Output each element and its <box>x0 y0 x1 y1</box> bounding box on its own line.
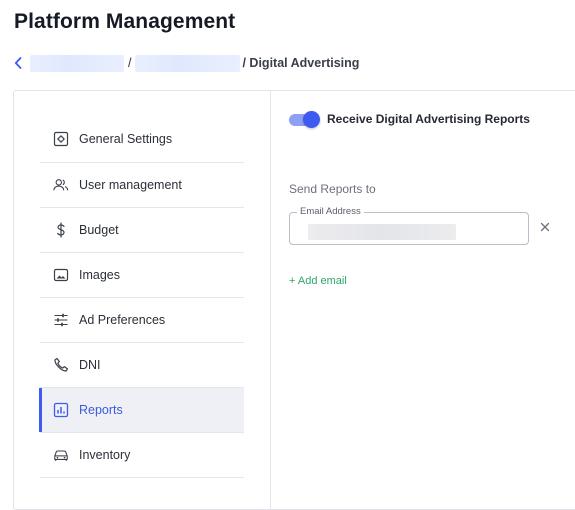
breadcrumb-link-redacted[interactable] <box>30 54 124 72</box>
phone-icon <box>53 357 69 373</box>
gear-icon <box>53 131 69 147</box>
sidebar-item-label: Images <box>79 268 120 282</box>
settings-sidebar: General Settings User management Budget … <box>14 91 271 509</box>
sidebar-item-label: Ad Preferences <box>79 313 166 327</box>
sidebar-item-reports[interactable]: Reports <box>39 388 244 433</box>
receive-reports-toggle[interactable] <box>289 111 320 128</box>
chart-icon <box>53 402 69 418</box>
page-title: Platform Management <box>14 10 236 33</box>
breadcrumb-current: / Digital Advertising <box>242 56 360 70</box>
email-input[interactable] <box>308 221 512 237</box>
sidebar-item-general-settings[interactable]: General Settings <box>40 116 244 163</box>
sidebar-item-label: User management <box>79 178 182 192</box>
sidebar-list: General Settings User management Budget … <box>39 116 244 478</box>
sidebar-item-dni[interactable]: DNI <box>40 343 244 388</box>
image-icon <box>53 267 69 283</box>
breadcrumb-separator: / <box>128 56 132 70</box>
dollar-icon <box>53 222 69 238</box>
sidebar-item-ad-preferences[interactable]: Ad Preferences <box>40 298 244 343</box>
settings-panel: General Settings User management Budget … <box>13 90 575 510</box>
sliders-icon <box>53 312 69 328</box>
sidebar-item-label: DNI <box>79 358 101 372</box>
receive-reports-label: Receive Digital Advertising Reports <box>327 112 530 126</box>
sidebar-item-label: Inventory <box>79 448 131 462</box>
email-field[interactable]: Email Address <box>289 206 529 245</box>
toggle-knob <box>303 111 320 128</box>
sidebar-item-user-management[interactable]: User management <box>40 163 244 208</box>
sidebar-item-images[interactable]: Images <box>40 253 244 298</box>
send-reports-label: Send Reports to <box>289 182 376 196</box>
reports-content: Receive Digital Advertising Reports Send… <box>271 91 575 509</box>
chevron-left-icon[interactable] <box>14 54 28 72</box>
sidebar-item-inventory[interactable]: Inventory <box>40 433 244 478</box>
users-icon <box>53 177 69 193</box>
breadcrumb: / / Digital Advertising <box>14 53 359 73</box>
car-icon <box>53 447 69 463</box>
add-email-link[interactable]: + Add email <box>289 275 347 287</box>
close-icon[interactable] <box>539 220 551 232</box>
sidebar-item-budget[interactable]: Budget <box>40 208 244 253</box>
sidebar-item-label: General Settings <box>79 132 173 146</box>
sidebar-item-label: Budget <box>79 223 119 237</box>
breadcrumb-link-redacted[interactable] <box>135 54 241 72</box>
email-field-legend: Email Address <box>297 206 364 217</box>
sidebar-item-label: Reports <box>79 403 123 417</box>
